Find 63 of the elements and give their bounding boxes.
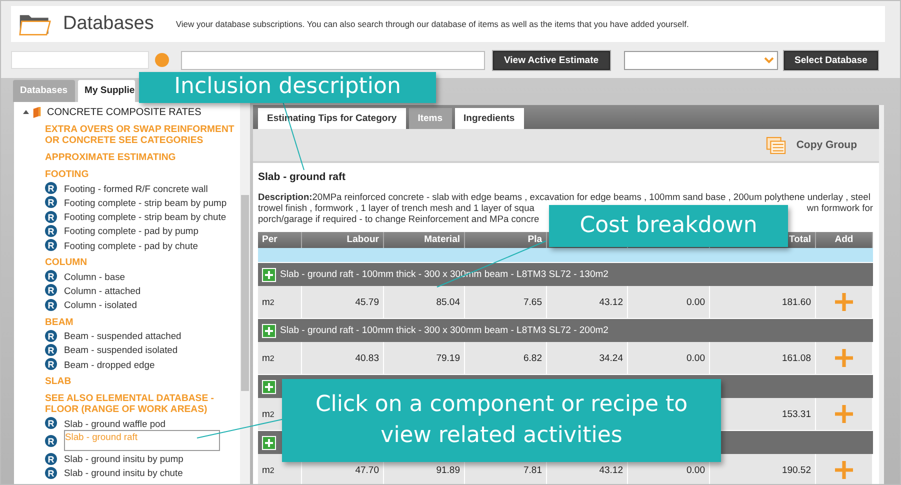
description-text: trowel finish , formwork , 1 layer of trench mesh and 1 layer of squa (258, 202, 534, 214)
recipe-item[interactable]: Footing complete - strip beam by chute (64, 211, 226, 222)
expand-icon[interactable] (262, 324, 276, 338)
tab[interactable]: Ingredients (454, 108, 524, 129)
recipe-icon: R (45, 224, 57, 237)
scrollbar[interactable] (240, 102, 250, 484)
view-estimate-button[interactable]: View Active Estimate (493, 50, 610, 70)
recipe-item[interactable]: Footing complete - strip beam by pump (64, 196, 227, 208)
recipe-item[interactable]: Column - isolated (64, 299, 137, 310)
add-icon[interactable] (835, 461, 853, 480)
select-database-button[interactable]: Select Database (784, 50, 878, 70)
recipe-icon: R (45, 196, 57, 208)
recipe-icon: R (45, 466, 57, 479)
add-icon[interactable] (835, 405, 853, 424)
recipe-icon: R (45, 358, 57, 370)
recipe-item[interactable]: Beam - dropped edge (64, 358, 155, 370)
expand-icon[interactable] (262, 436, 276, 450)
recipe-item[interactable]: Footing complete - pad by chute (64, 240, 198, 251)
description-text: wn formwork for (806, 202, 873, 214)
list-icon (766, 136, 786, 154)
expand-icon[interactable] (262, 268, 276, 282)
recipe-item[interactable]: Column - attached (64, 284, 141, 296)
recipe-item[interactable]: Slab - ground waffle pod (64, 418, 166, 429)
copy-group-button[interactable]: Copy Group (766, 136, 857, 154)
callout: Click on a component or recipe to view related activities (282, 379, 721, 462)
recipe-icon: R (45, 434, 57, 447)
recipe-icon: R (45, 182, 57, 194)
add-icon[interactable] (835, 349, 853, 368)
search-field[interactable] (11, 51, 149, 69)
tab[interactable]: My Supplie (78, 80, 135, 102)
search-field[interactable] (181, 50, 485, 70)
recipe-item[interactable]: Footing - formed R/F concrete wall (64, 182, 208, 194)
recipe-item[interactable]: Beam - suspended attached (64, 330, 182, 342)
page-title: Databases (63, 13, 154, 35)
callout: Cost breakdown (549, 205, 788, 247)
recipe-icon: R (45, 344, 57, 356)
expand-icon[interactable] (262, 380, 276, 394)
recipe-icon: R (45, 298, 57, 311)
recipe-item[interactable]: Slab - ground insitu by pump (64, 453, 184, 464)
recipe-icon: R (45, 210, 57, 223)
folder-icon (19, 12, 51, 36)
recipe-icon: R (45, 284, 57, 296)
search-icon[interactable] (155, 53, 169, 67)
recipe-icon: R (45, 452, 57, 465)
description-text: porch/garage if required - to change Reinforcement and MPa concre (258, 214, 540, 224)
scrollbar[interactable] (879, 105, 884, 484)
recipe-icon: R (45, 330, 57, 342)
recipe-item[interactable]: Beam - suspended isolated (64, 344, 178, 356)
recipe-item[interactable]: Footing complete - pad by pump (64, 225, 198, 236)
recipe-item[interactable]: Column - base (64, 270, 125, 282)
book-icon (33, 106, 41, 118)
recipe-icon: R (45, 417, 57, 430)
tree-item[interactable]: CONCRETE COMPOSITE RATES (47, 106, 202, 118)
page-description: View your database subscriptions. You can also search through our database of items as well as the items that you have added yourself. (176, 19, 689, 29)
item-title: Slab - ground raft (258, 171, 346, 183)
recipe-icon: R (45, 270, 57, 282)
recipe-icon: R (45, 239, 57, 252)
description-text: Description:20MPa reinforced concrete - slab with edge beams , excavation for edge beams , 100mm sand base , 200um polythene underlay , steel (258, 192, 870, 203)
expand-arrow-icon[interactable] (23, 109, 31, 116)
recipe-item[interactable]: Slab - ground insitu by chute (64, 467, 183, 478)
callout: Inclusion description (139, 72, 436, 103)
database-select[interactable] (624, 50, 778, 70)
add-icon[interactable] (835, 293, 853, 312)
